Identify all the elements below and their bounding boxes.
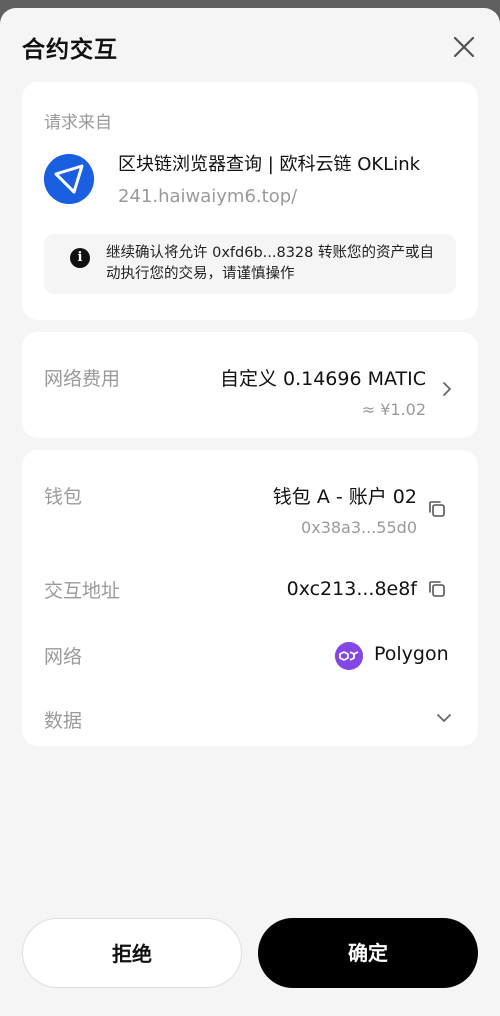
site-url: 241.haiwaiym6.top/ [118, 186, 298, 207]
reject-button[interactable]: 拒绝 [22, 918, 242, 988]
network-fee-value: 自定义 0.14696 MATIC [219, 368, 426, 390]
copy-icon[interactable] [426, 498, 448, 520]
info-icon: i [70, 248, 90, 268]
network-label: 网络 [44, 646, 83, 668]
chevron-right-icon[interactable] [440, 382, 454, 396]
contract-interaction-sheet: 合约交互 请求来自 区块链浏览器查询 | 欧科云链 OKLink 241.hai… [0, 8, 500, 1016]
request-card: 请求来自 区块链浏览器查询 | 欧科云链 OKLink 241.haiwaiym… [22, 82, 478, 320]
wallet-label: 钱包 [44, 486, 83, 508]
polygon-icon [335, 642, 363, 670]
notice-text: 继续确认将允许 0xfd6b...8328 转账您的资产或自动执行您的交易，请谨… [106, 245, 434, 282]
oklink-logo-icon [44, 154, 94, 204]
network-fee-card[interactable]: 网络费用 自定义 0.14696 MATIC ≈ ¥1.02 [22, 332, 478, 438]
chevron-down-icon[interactable] [436, 712, 452, 724]
warning-notice: i 继续确认将允许 0xfd6b...8328 转账您的资产或自动执行您的交易，… [44, 234, 456, 294]
confirm-button[interactable]: 确定 [258, 918, 478, 988]
network-fee-fiat: ≈ ¥1.02 [361, 400, 426, 419]
network-value: Polygon [374, 643, 449, 665]
request-from-label: 请求来自 [44, 113, 112, 133]
contract-address-label: 交互地址 [44, 580, 121, 602]
contract-address-value: 0xc213...8e8f [286, 578, 417, 600]
page-title: 合约交互 [22, 37, 118, 63]
details-card: 钱包 钱包 A - 账户 02 0x38a3...55d0 交互地址 0xc21… [22, 450, 478, 746]
wallet-address: 0x38a3...55d0 [301, 518, 417, 537]
site-name: 区块链浏览器查询 | 欧科云链 OKLink [118, 154, 421, 175]
copy-icon[interactable] [426, 578, 448, 600]
data-label: 数据 [44, 710, 83, 732]
wallet-value: 钱包 A - 账户 02 [272, 486, 417, 508]
network-fee-label: 网络费用 [44, 368, 121, 390]
close-icon[interactable] [449, 32, 479, 62]
